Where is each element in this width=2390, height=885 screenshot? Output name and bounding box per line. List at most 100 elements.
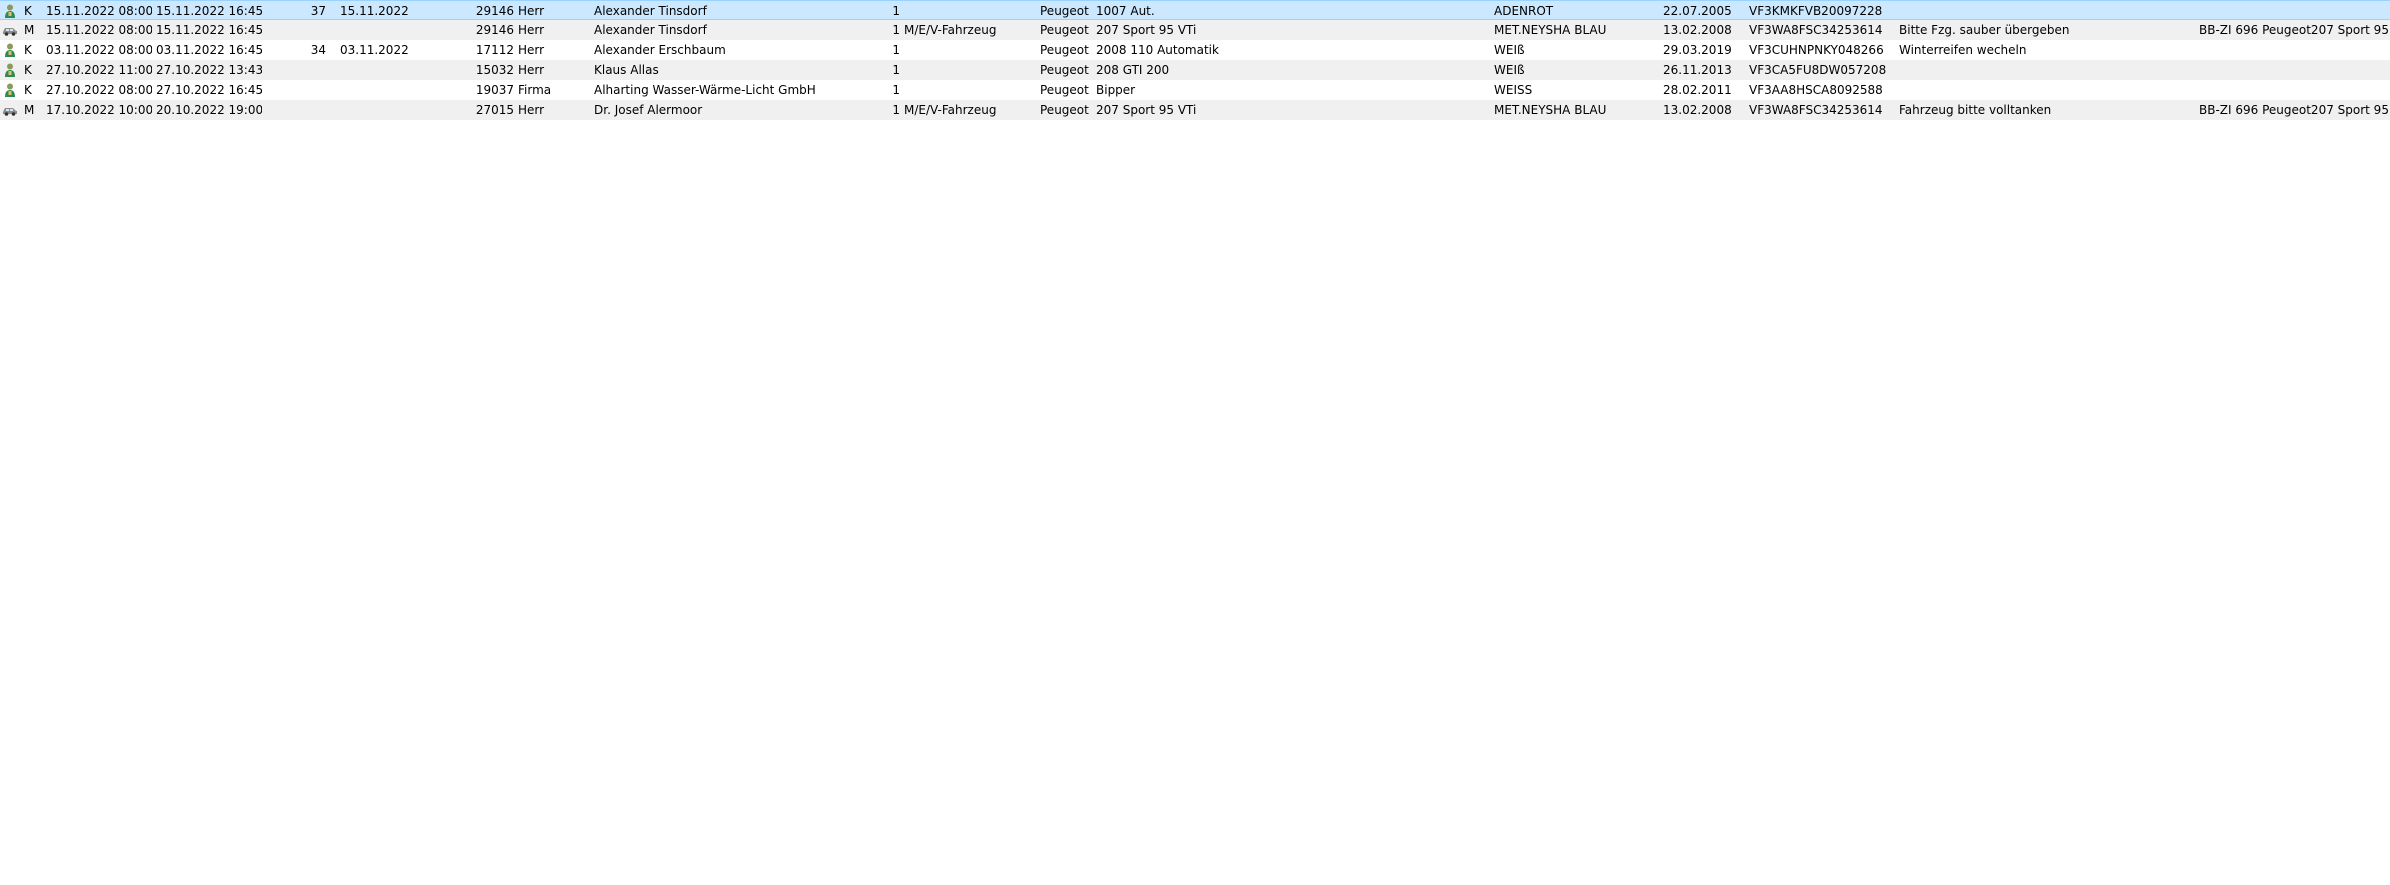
cell-vin: VF3CUHNPNKY048266 <box>1749 43 1884 57</box>
cell-type: K <box>24 63 32 77</box>
cell-end: 27.10.2022 16:45 <box>156 83 262 97</box>
cell-brand: Peugeot <box>1040 43 1089 57</box>
cell-model: 208 GTI 200 <box>1096 63 1170 77</box>
cell-number: 37 <box>310 4 326 18</box>
cell-salutation: Herr <box>518 43 545 57</box>
cell-customer-number: 19037 <box>475 83 514 97</box>
cell-customer-number: 29146 <box>475 23 514 37</box>
car-icon <box>2 102 18 118</box>
cell-name: Alharting Wasser-Wärme-Licht GmbH <box>594 83 816 97</box>
cell-date: 03.11.2022 <box>340 43 409 57</box>
cell-vin: VF3KMKFVB20097228 <box>1749 4 1883 18</box>
customer-icon <box>2 62 18 78</box>
cell-customer-number: 29146 <box>475 4 514 18</box>
customer-icon <box>2 3 18 19</box>
cell-start: 27.10.2022 08:00 <box>46 83 152 97</box>
cell-model: 1007 Aut. <box>1096 4 1155 18</box>
cell-number <box>290 100 326 120</box>
cell-quantity: 1 <box>892 4 900 18</box>
table-row[interactable]: K 27.10.2022 11:00 27.10.2022 13:43 1503… <box>0 60 2390 80</box>
cell-date: 15.11.2022 <box>340 4 409 18</box>
cell-registration-date: 13.02.2008 <box>1663 103 1732 117</box>
cell-vin: VF3AA8HSCA8092588 <box>1749 83 1883 97</box>
table-row[interactable]: M 15.11.2022 08:00 15.11.2022 16:45 2914… <box>0 20 2390 40</box>
cell-vin: VF3WA8FSC34253614 <box>1749 103 1883 117</box>
cell-end: 27.10.2022 13:43 <box>156 63 262 77</box>
cell-end: 15.11.2022 16:45 <box>156 23 262 37</box>
cell-vehicle-kind: M/E/V-Fahrzeug <box>904 103 997 117</box>
cell-vehicle-kind <box>904 60 1034 80</box>
cell-date <box>340 20 430 40</box>
cell-color: WEIß <box>1494 43 1525 57</box>
cell-date <box>340 60 430 80</box>
cell-quantity: 1 <box>892 43 900 57</box>
cell-note: Fahrzeug bitte volltanken <box>1899 103 2052 117</box>
cell-salutation: Herr <box>518 63 545 77</box>
cell-customer-number: 27015 <box>475 103 514 117</box>
cell-model: 2008 110 Automatik <box>1096 43 1219 57</box>
cell-date <box>340 100 430 120</box>
cell-note <box>1899 1 2189 19</box>
cell-start: 15.11.2022 08:00 <box>46 4 152 18</box>
cell-quantity: 1 <box>892 23 900 37</box>
cell-type: M <box>24 103 35 117</box>
cell-vehicle-kind <box>904 1 1034 19</box>
cell-vin: VF3CA5FU8DW057208 <box>1749 63 1887 77</box>
cell-salutation: Herr <box>518 4 545 18</box>
cell-type: K <box>24 4 32 18</box>
cell-quantity: 1 <box>892 83 900 97</box>
cell-vehicle-info <box>2199 80 2390 100</box>
car-icon <box>2 22 18 38</box>
cell-name: Alexander Erschbaum <box>594 43 726 57</box>
cell-model: 207 Sport 95 VTi <box>1096 23 1197 37</box>
cell-brand: Peugeot <box>1040 23 1089 37</box>
cell-number <box>290 60 326 80</box>
cell-color: MET.NEYSHA BLAU <box>1494 23 1607 37</box>
cell-brand: Peugeot <box>1040 4 1089 18</box>
table-row[interactable]: M 17.10.2022 10:00 20.10.2022 19:00 2701… <box>0 100 2390 120</box>
cell-brand: Peugeot <box>1040 103 1089 117</box>
cell-quantity: 1 <box>892 103 900 117</box>
cell-vehicle-kind: M/E/V-Fahrzeug <box>904 23 997 37</box>
cell-registration-date: 28.02.2011 <box>1663 83 1732 97</box>
cell-color: WEISS <box>1494 83 1533 97</box>
cell-vehicle-info: BB-ZI 696 Peugeot207 Sport 95 VTi <box>2199 103 2390 117</box>
cell-color: ADENROT <box>1494 4 1554 18</box>
customer-icon <box>2 82 18 98</box>
cell-registration-date: 26.11.2013 <box>1663 63 1732 77</box>
cell-number: 34 <box>310 43 326 57</box>
cell-note <box>1899 60 2189 80</box>
cell-start: 15.11.2022 08:00 <box>46 23 152 37</box>
cell-type: M <box>24 23 35 37</box>
cell-registration-date: 13.02.2008 <box>1663 23 1732 37</box>
cell-type: K <box>24 83 32 97</box>
cell-brand: Peugeot <box>1040 83 1089 97</box>
cell-vehicle-info <box>2199 60 2390 80</box>
cell-salutation: Firma <box>518 83 552 97</box>
cell-customer-number: 15032 <box>475 63 514 77</box>
cell-name: Dr. Josef Alermoor <box>594 103 703 117</box>
cell-note: Bitte Fzg. sauber übergeben <box>1899 23 2070 37</box>
cell-type: K <box>24 43 32 57</box>
cell-note: Winterreifen wecheln <box>1899 43 2027 57</box>
cell-date <box>340 80 430 100</box>
table-row[interactable]: K 03.11.2022 08:00 03.11.2022 16:45 34 0… <box>0 40 2390 60</box>
cell-name: Alexander Tinsdorf <box>594 23 707 37</box>
table-row[interactable]: K 15.11.2022 08:00 15.11.2022 16:45 37 1… <box>0 0 2390 20</box>
cell-brand: Peugeot <box>1040 63 1089 77</box>
cell-color: MET.NEYSHA BLAU <box>1494 103 1607 117</box>
cell-end: 20.10.2022 19:00 <box>156 103 262 117</box>
table-row[interactable]: K 27.10.2022 08:00 27.10.2022 16:45 1903… <box>0 80 2390 100</box>
cell-end: 15.11.2022 16:45 <box>156 4 262 18</box>
cell-vehicle-kind <box>904 80 1034 100</box>
cell-note <box>1899 80 2189 100</box>
cell-salutation: Herr <box>518 23 545 37</box>
customer-icon <box>2 42 18 58</box>
appointment-list: K 15.11.2022 08:00 15.11.2022 16:45 37 1… <box>0 0 2390 885</box>
cell-vehicle-info <box>2199 40 2390 60</box>
cell-start: 27.10.2022 11:00 <box>46 63 152 77</box>
cell-registration-date: 22.07.2005 <box>1663 4 1732 18</box>
cell-name: Alexander Tinsdorf <box>594 4 707 18</box>
cell-start: 17.10.2022 10:00 <box>46 103 152 117</box>
cell-model: Bipper <box>1096 83 1136 97</box>
